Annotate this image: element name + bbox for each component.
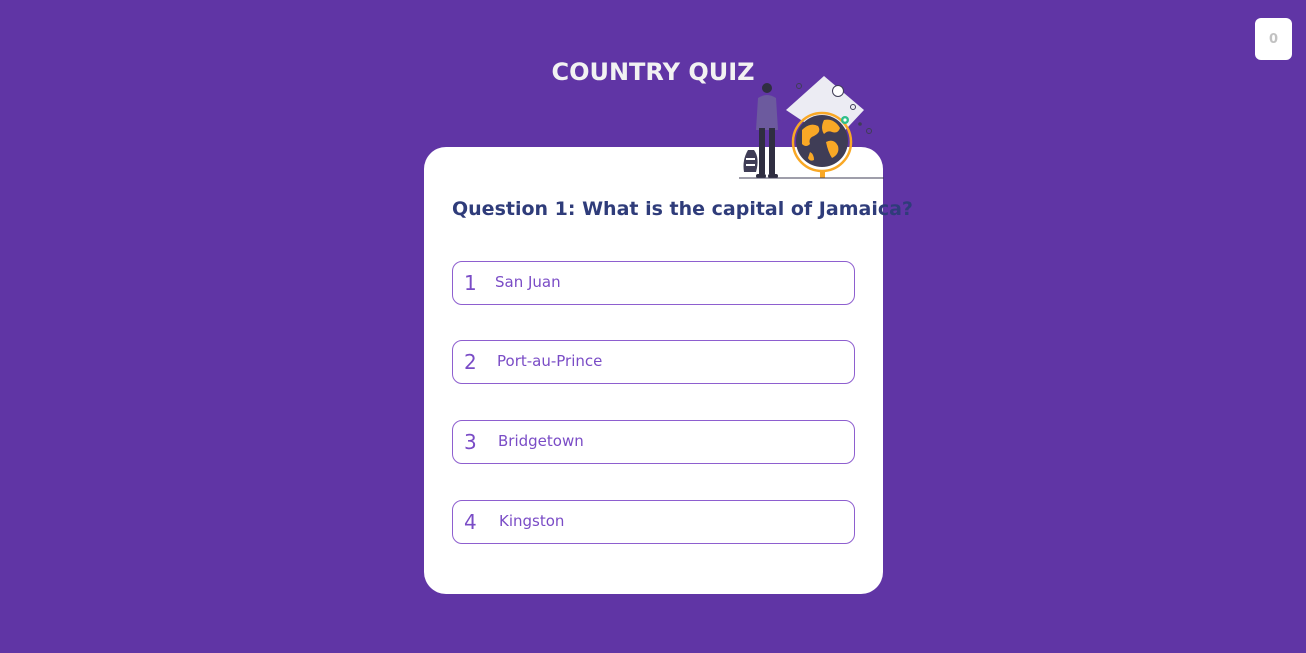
option-number: 4	[464, 510, 477, 534]
option-label: Port-au-Prince	[497, 352, 603, 370]
question-text: Question 1: What is the capital of Jamai…	[452, 198, 913, 220]
quiz-page: 0 COUNTRY QUIZ Question 1: What is the c…	[0, 0, 1306, 653]
option-label: San Juan	[495, 273, 561, 291]
score-counter: 0	[1255, 18, 1292, 60]
option-label: Bridgetown	[498, 432, 584, 450]
traveler-with-globe-illustration	[739, 76, 884, 179]
page-title: COUNTRY QUIZ	[551, 58, 755, 86]
option-number: 3	[464, 430, 477, 454]
score-value: 0	[1268, 31, 1279, 47]
answer-option-4[interactable]: 4 Kingston	[452, 500, 855, 544]
option-label: Kingston	[499, 512, 565, 530]
globe-icon	[791, 111, 853, 178]
traveler-icon	[743, 83, 778, 178]
answer-option-2[interactable]: 2 Port-au-Prince	[452, 340, 855, 384]
answer-option-1[interactable]: 1 San Juan	[452, 261, 855, 305]
option-number: 1	[464, 271, 477, 295]
answer-option-3[interactable]: 3 Bridgetown	[452, 420, 855, 464]
option-number: 2	[464, 350, 477, 374]
